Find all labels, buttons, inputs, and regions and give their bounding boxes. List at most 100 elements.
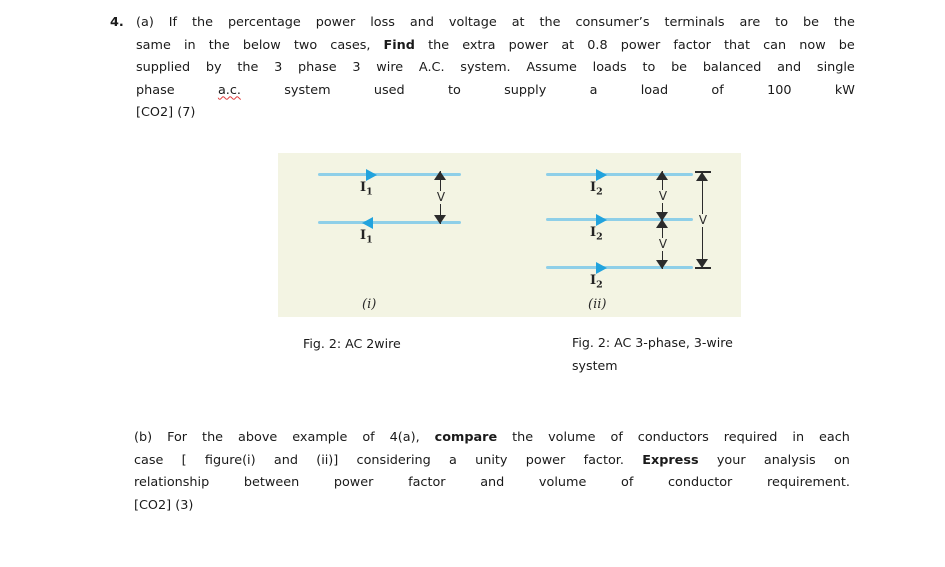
question-4a-line-3: supplied by the 3 phase 3 wire A.C. syst… [136, 57, 855, 80]
word: required [723, 430, 778, 445]
word: the [833, 15, 855, 30]
voltage-arrow-inner-lower: V [654, 219, 672, 269]
word: loss [370, 15, 395, 30]
word: If [168, 15, 178, 30]
word: and [273, 452, 298, 468]
word: loads [592, 60, 627, 75]
caption-line-2: system [572, 358, 618, 373]
word: the [539, 15, 561, 30]
question-4b-line-1: (b) For the above example of 4(a), compa… [134, 427, 850, 450]
figure-roman-label-i: (i) [362, 297, 377, 312]
word: phase [136, 82, 175, 98]
current-label-1: I1 [360, 180, 373, 198]
figure-caption-right: Fig. 2: AC 3-phase, 3-wire system [572, 331, 804, 377]
word: extra [462, 37, 496, 53]
word: same [136, 37, 171, 53]
question-4a-line-4: phase a.c. system used to supply a load … [136, 80, 855, 103]
question-4a-line-2: same in the below two cases, Find the ex… [136, 35, 855, 58]
word: system [284, 82, 331, 98]
arrowhead-up-icon [656, 219, 668, 228]
question-number: 4. [110, 15, 124, 30]
word: of [362, 430, 375, 445]
word: voltage [448, 15, 497, 30]
word: 0.8 [587, 37, 608, 53]
voltage-arrow-v: V [432, 171, 450, 224]
diagram-ac-3phase-3wire: I2 I2 I2 V V V (ii) [536, 153, 741, 317]
word: the [512, 430, 534, 445]
word: cases, [330, 37, 371, 53]
voltage-label: V [694, 214, 712, 227]
current-direction-arrow-1 [596, 168, 607, 181]
figure-caption-left: Fig. 2: AC 2wire system [303, 332, 493, 354]
question-4b-line-2: case [ figure(i) and (ii)] considering a… [134, 450, 850, 473]
arrowhead-down-icon [656, 260, 668, 269]
word: power [315, 15, 356, 30]
word: consumer’s [575, 15, 650, 30]
word: be [838, 37, 855, 53]
emphasis-express: Express [642, 452, 699, 468]
emphasis-find: Find [383, 37, 415, 53]
voltage-arrow-outer-total: V [694, 171, 712, 269]
word: kW [834, 82, 855, 98]
document-page: 4. (a) If the percentage power loss and … [0, 0, 945, 567]
word: can [763, 37, 787, 53]
word: to [775, 15, 789, 30]
current-direction-arrow-2 [596, 213, 607, 226]
word: on [833, 452, 850, 468]
word: supply [504, 82, 547, 98]
current-label-2: I2 [590, 225, 603, 243]
caption-line-1: Fig. 2: AC 3-phase, 3-wire [572, 335, 733, 350]
word: wire [376, 60, 404, 75]
word: two [293, 37, 318, 53]
word: a [449, 452, 457, 468]
question-4a-co-marks: [CO2] (7) [136, 102, 855, 125]
figure-panel: I1 I1 V (i) I2 I2 I2 V V V (ii) [278, 153, 741, 317]
word: balanced [702, 60, 762, 75]
word: conductors [637, 430, 709, 445]
word: case [134, 452, 164, 468]
question-4b-block: (b) For the above example of 4(a), compa… [134, 427, 850, 517]
word: of [711, 82, 724, 98]
current-direction-arrow-3 [596, 261, 607, 274]
word: 3 [352, 60, 361, 75]
word: the [208, 37, 230, 53]
question-4a-block: 4. (a) If the percentage power loss and … [110, 12, 855, 125]
word: load [640, 82, 669, 98]
word: power [620, 37, 661, 53]
word: be [802, 15, 819, 30]
word: (a) [136, 15, 154, 30]
word: below [242, 37, 281, 53]
word: between [243, 475, 300, 490]
word: to [447, 82, 461, 98]
current-direction-arrow-1 [366, 168, 377, 181]
word: the [428, 37, 450, 53]
current-label-1: I2 [590, 180, 603, 198]
arrowhead-up-icon [434, 171, 446, 180]
word: percentage [227, 15, 301, 30]
word: [ [181, 452, 187, 468]
arrowhead-up-icon [696, 172, 708, 181]
voltage-label: V [654, 190, 672, 203]
word: relationship [134, 475, 210, 490]
question-4a-text: (a) If the percentage power loss and vol… [136, 12, 855, 125]
arrowhead-down-icon [696, 259, 708, 268]
word: by [205, 60, 222, 75]
word: 3 [274, 60, 283, 75]
word: conductor [667, 475, 733, 490]
voltage-label: V [432, 191, 450, 204]
current-direction-arrow-2 [362, 216, 373, 229]
word: each [819, 430, 850, 445]
word: figure(i) [204, 452, 256, 468]
word: that [724, 37, 751, 53]
word: requirement. [766, 475, 850, 490]
word: above [238, 430, 278, 445]
spellcheck-word-ac: a.c. [217, 82, 241, 98]
word: volume [548, 430, 596, 445]
word: now [799, 37, 826, 53]
word: unity [475, 452, 508, 468]
arrowhead-down-icon [434, 215, 446, 224]
question-4a-line-1: (a) If the percentage power loss and vol… [136, 12, 855, 35]
word: supplied [136, 60, 191, 75]
question-4b-line-3: relationship between power factor and vo… [134, 472, 850, 495]
word: factor [408, 475, 446, 490]
